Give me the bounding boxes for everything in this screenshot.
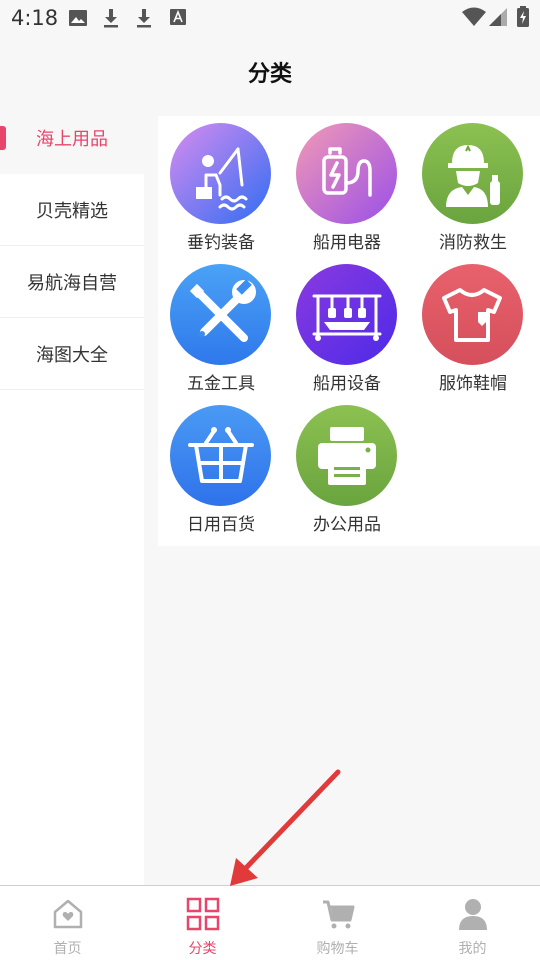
category-label: 消防救生 bbox=[439, 233, 507, 253]
nav-category[interactable]: 分类 bbox=[135, 886, 270, 960]
battery-charging-icon bbox=[516, 6, 530, 27]
nav-profile[interactable]: 我的 bbox=[405, 886, 540, 960]
fishing-icon bbox=[170, 123, 271, 224]
status-bar: 4:18 bbox=[0, 0, 540, 36]
download-icon bbox=[102, 8, 120, 28]
battery-icon bbox=[296, 123, 397, 224]
sidebar-item-label: 海上用品 bbox=[36, 129, 108, 150]
category-label: 船用设备 bbox=[313, 374, 381, 394]
sidebar-item-label: 贝壳精选 bbox=[36, 200, 108, 222]
nav-home[interactable]: 首页 bbox=[0, 886, 135, 960]
boat-equipment-icon bbox=[296, 264, 397, 365]
signal-icon bbox=[488, 7, 508, 27]
category-label: 船用电器 bbox=[313, 233, 381, 253]
category-hardware-tools[interactable]: 五金工具 bbox=[158, 257, 284, 398]
sidebar-item-maritime-supplies[interactable]: 海上用品 bbox=[0, 102, 144, 174]
category-label: 日用百货 bbox=[187, 515, 255, 535]
font-icon bbox=[169, 8, 187, 28]
category-label: 五金工具 bbox=[187, 374, 255, 394]
nav-cart[interactable]: 购物车 bbox=[270, 886, 405, 960]
category-fishing-gear[interactable]: 垂钓装备 bbox=[158, 116, 284, 257]
sidebar-item-charts[interactable]: 海图大全 bbox=[0, 318, 144, 390]
cart-icon bbox=[320, 896, 356, 932]
sidebar-item-self-operated[interactable]: 易航海自营 bbox=[0, 246, 144, 318]
home-icon bbox=[50, 896, 86, 932]
user-icon bbox=[455, 896, 491, 932]
active-indicator bbox=[0, 126, 6, 150]
sidebar-item-label: 海图大全 bbox=[36, 344, 108, 366]
nav-label: 我的 bbox=[458, 941, 487, 957]
category-marine-equipment[interactable]: 船用设备 bbox=[284, 257, 410, 398]
category-apparel[interactable]: 服饰鞋帽 bbox=[410, 257, 536, 398]
nav-label: 分类 bbox=[188, 941, 217, 957]
status-time: 4:18 bbox=[11, 6, 59, 30]
nav-label: 购物车 bbox=[316, 941, 359, 957]
sidebar-item-label: 易航海自营 bbox=[27, 272, 117, 294]
nav-label: 首页 bbox=[53, 941, 82, 957]
grid-icon bbox=[185, 896, 221, 932]
basket-icon bbox=[170, 405, 271, 506]
page-title: 分类 bbox=[247, 62, 292, 87]
bottom-nav: 首页 分类 购物车 我的 bbox=[0, 885, 540, 960]
category-grid: 垂钓装备 船用电器 消防救生 五金工具 船用设备 服饰鞋帽 日用百货 办公用品 bbox=[158, 116, 540, 546]
image-icon bbox=[68, 8, 88, 28]
download-icon bbox=[135, 8, 153, 28]
category-daily-goods[interactable]: 日用百货 bbox=[158, 398, 284, 539]
category-office-supplies[interactable]: 办公用品 bbox=[284, 398, 410, 539]
category-label: 服饰鞋帽 bbox=[439, 374, 507, 394]
tools-icon bbox=[170, 264, 271, 365]
category-fire-lifesaving[interactable]: 消防救生 bbox=[410, 116, 536, 257]
wifi-icon bbox=[461, 7, 487, 27]
category-sidebar: 海上用品 贝壳精选 易航海自营 海图大全 bbox=[0, 102, 144, 885]
shirt-icon bbox=[422, 264, 523, 365]
category-label: 垂钓装备 bbox=[187, 233, 255, 253]
category-marine-electrical[interactable]: 船用电器 bbox=[284, 116, 410, 257]
sidebar-item-shell-selection[interactable]: 贝壳精选 bbox=[0, 174, 144, 246]
firefighter-icon bbox=[422, 123, 523, 224]
printer-icon bbox=[296, 405, 397, 506]
category-label: 办公用品 bbox=[313, 515, 381, 535]
